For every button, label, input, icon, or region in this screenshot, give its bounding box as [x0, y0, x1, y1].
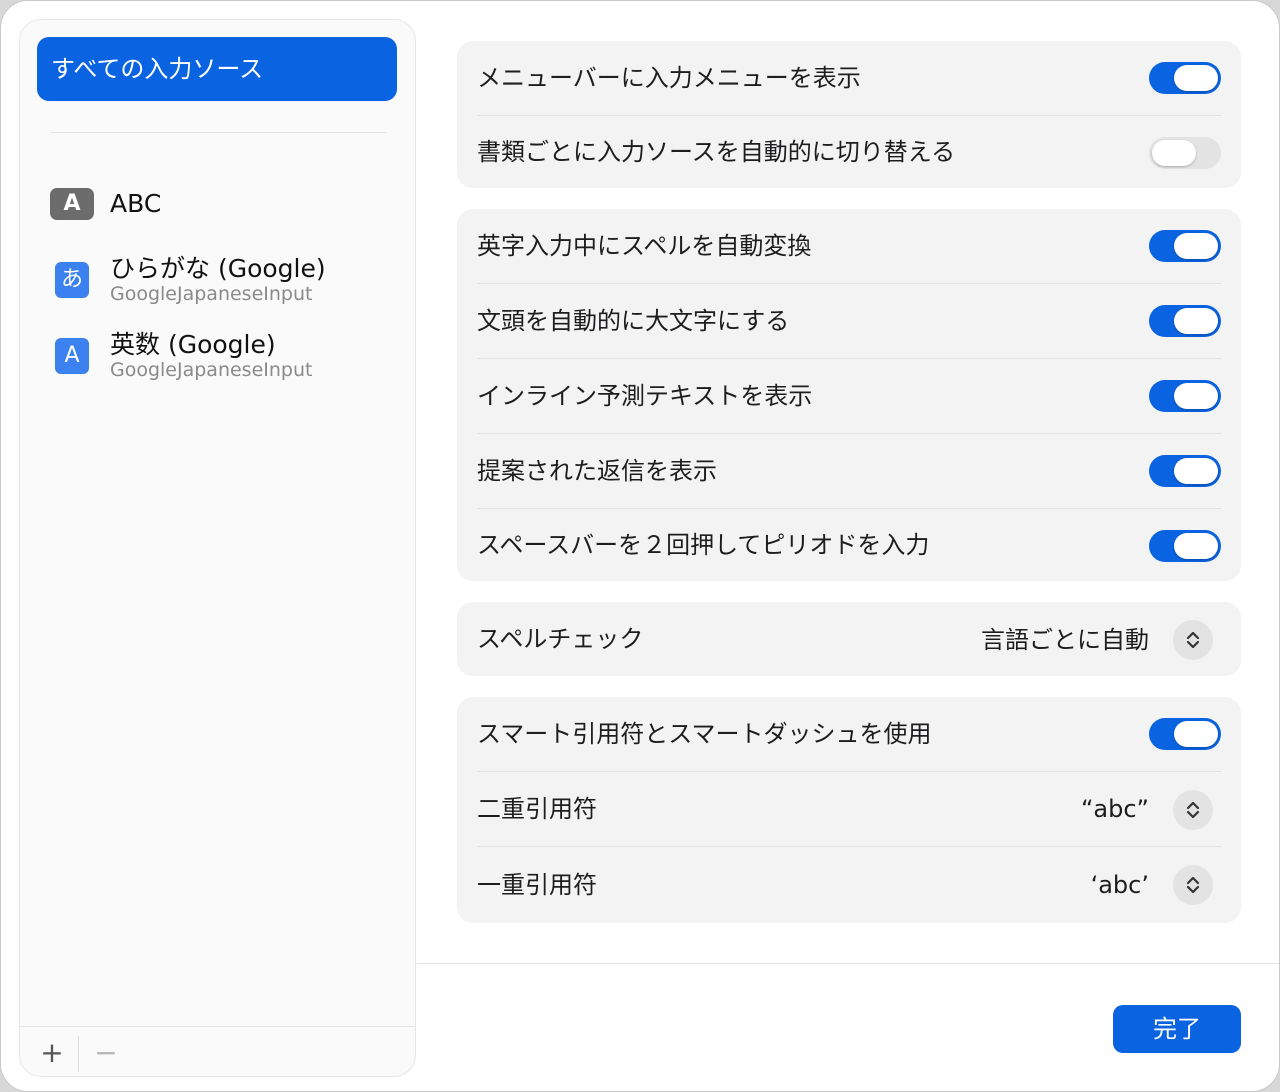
- toggle-knob: [1174, 721, 1218, 747]
- hiragana-icon: あ: [55, 262, 89, 298]
- row-label: 英字入力中にスペルを自動変換: [477, 232, 812, 260]
- chevron-up-down-icon: [1186, 876, 1200, 894]
- single-quotes-value[interactable]: ‘abc’: [1091, 847, 1149, 923]
- suggested-replies-row: 提案された返信を表示: [477, 434, 1221, 509]
- abc-keyboard-icon: A: [50, 188, 94, 220]
- chevron-up-down-icon: [1186, 801, 1200, 819]
- toggle-knob: [1174, 533, 1218, 559]
- autocorrect-row: 英字入力中にスペルを自動変換: [477, 209, 1221, 284]
- show-input-menu-toggle[interactable]: [1149, 62, 1221, 94]
- footer-divider: [417, 963, 1279, 964]
- row-label: メニューバーに入力メニューを表示: [477, 64, 861, 92]
- source-subtitle: GoogleJapaneseInput: [110, 359, 313, 381]
- double-quotes-value[interactable]: “abc”: [1081, 772, 1149, 847]
- row-label: スペルチェック: [477, 625, 644, 653]
- chevron-up-down-icon: [1186, 631, 1200, 649]
- quotes-settings-group: スマート引用符とスマートダッシュを使用 二重引用符 “abc” 一重引用符 ‘a…: [457, 697, 1241, 923]
- spell-check-row: スペルチェック 言語ごとに自動: [477, 602, 1221, 676]
- double-space-period-row: スペースバーを２回押してピリオドを入力: [477, 509, 1221, 581]
- show-input-menu-row: メニューバーに入力メニューを表示: [477, 41, 1221, 116]
- toggle-knob: [1174, 383, 1218, 409]
- single-quotes-row: 一重引用符 ‘abc’: [477, 847, 1221, 923]
- add-source-button[interactable]: +: [32, 1038, 72, 1068]
- spell-check-value[interactable]: 言語ごとに自動: [981, 602, 1149, 678]
- text-input-settings-window: すべての入力ソース A ABC あ ひらがな (Google) GoogleJa…: [0, 0, 1280, 1092]
- sidebar-footer-divider: [20, 1026, 415, 1027]
- toggle-knob: [1174, 65, 1218, 91]
- source-title: ひらがな (Google): [110, 254, 326, 283]
- typing-settings-group: 英字入力中にスペルを自動変換 文頭を自動的に大文字にする インライン予測テキスト…: [457, 209, 1241, 581]
- row-label: スマート引用符とスマートダッシュを使用: [477, 720, 932, 748]
- spell-check-popup-button[interactable]: [1173, 620, 1213, 660]
- auto-switch-source-toggle[interactable]: [1149, 137, 1221, 169]
- double-space-period-toggle[interactable]: [1149, 530, 1221, 562]
- toggle-knob: [1174, 308, 1218, 334]
- input-sources-sidebar: すべての入力ソース A ABC あ ひらがな (Google) GoogleJa…: [19, 19, 416, 1077]
- row-label: スペースバーを２回押してピリオドを入力: [477, 531, 930, 559]
- auto-switch-source-row: 書類ごとに入力ソースを自動的に切り替える: [477, 116, 1221, 188]
- source-subtitle: GoogleJapaneseInput: [110, 283, 313, 305]
- double-quotes-popup-button[interactable]: [1173, 790, 1213, 830]
- menu-settings-group: メニューバーに入力メニューを表示 書類ごとに入力ソースを自動的に切り替える: [457, 41, 1241, 188]
- remove-source-button[interactable]: −: [86, 1038, 126, 1068]
- toggle-knob: [1174, 233, 1218, 259]
- single-quotes-popup-button[interactable]: [1173, 865, 1213, 905]
- source-title: 英数 (Google): [110, 330, 276, 359]
- auto-capitalize-row: 文頭を自動的に大文字にする: [477, 284, 1221, 359]
- spelling-settings-group: スペルチェック 言語ごとに自動: [457, 602, 1241, 676]
- row-label: 提案された返信を表示: [477, 457, 717, 485]
- all-input-sources-item[interactable]: すべての入力ソース: [37, 37, 397, 101]
- autocorrect-toggle[interactable]: [1149, 230, 1221, 262]
- row-label: 一重引用符: [477, 871, 597, 899]
- inline-predictive-row: インライン予測テキストを表示: [477, 359, 1221, 434]
- auto-capitalize-toggle[interactable]: [1149, 305, 1221, 337]
- source-title: ABC: [110, 189, 162, 218]
- alphanumeric-icon: A: [55, 338, 89, 374]
- row-label: インライン予測テキストを表示: [477, 382, 813, 410]
- double-quotes-row: 二重引用符 “abc”: [477, 772, 1221, 847]
- suggested-replies-toggle[interactable]: [1149, 455, 1221, 487]
- row-label: 二重引用符: [477, 795, 597, 823]
- button-separator: [78, 1036, 79, 1072]
- done-button[interactable]: 完了: [1113, 1005, 1241, 1053]
- sidebar-divider: [50, 132, 386, 133]
- toggle-knob: [1152, 140, 1196, 166]
- toggle-knob: [1174, 458, 1218, 484]
- row-label: 書類ごとに入力ソースを自動的に切り替える: [477, 138, 956, 166]
- row-label: 文頭を自動的に大文字にする: [477, 307, 790, 335]
- inline-predictive-toggle[interactable]: [1149, 380, 1221, 412]
- smart-quotes-toggle[interactable]: [1149, 718, 1221, 750]
- smart-quotes-row: スマート引用符とスマートダッシュを使用: [477, 697, 1221, 772]
